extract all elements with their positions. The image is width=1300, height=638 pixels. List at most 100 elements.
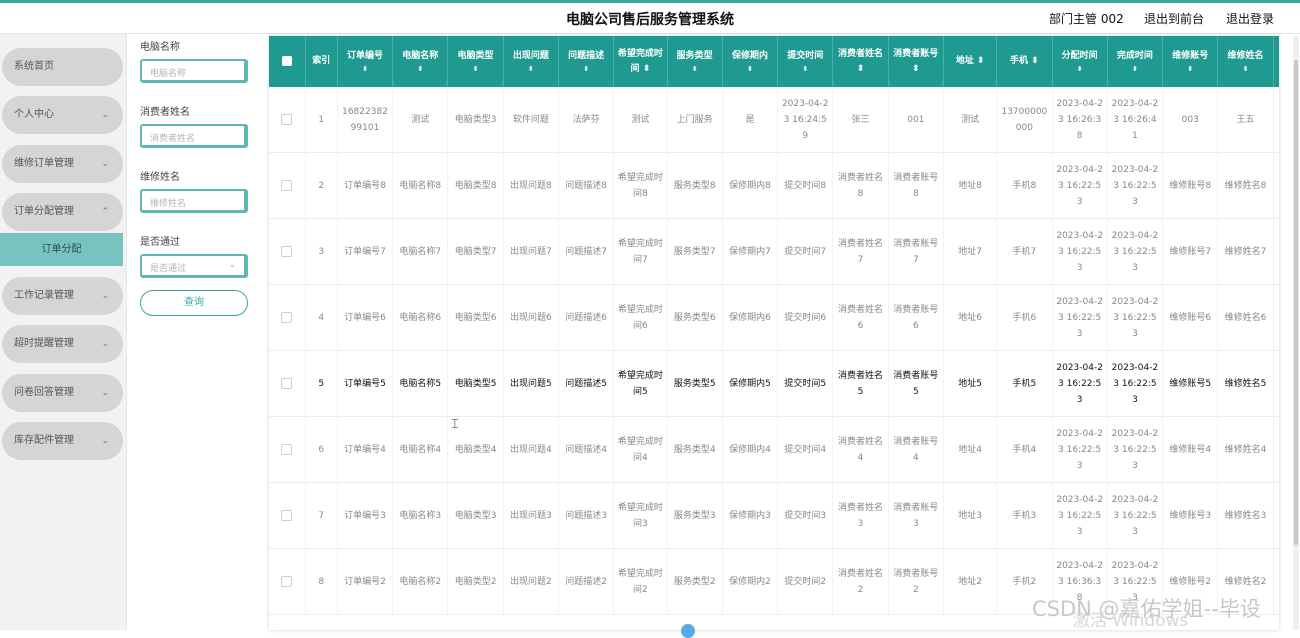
sort-icon[interactable]: ⬍: [1055, 64, 1105, 74]
sort-icon[interactable]: ⬍: [912, 64, 920, 74]
row-checkbox[interactable]: [281, 113, 293, 125]
column-header[interactable]: 服务类型 ⬍: [667, 36, 723, 87]
table-row[interactable]: 4 订单编号6 电脑名称6 电脑类型6 出现问题6 问题描述6 希望完成时间6 服务类型6 保修…: [269, 284, 1279, 351]
table-row[interactable]: 7 订单编号3 电脑名称3 电脑类型3 出现问题3 问题描述3 希望完成时间3 服务类型3 保修…: [269, 482, 1279, 549]
table-cell: 电脑名称2: [392, 548, 449, 615]
row-select-cell: [269, 482, 306, 549]
sidebar-item-timeout-reminders[interactable]: 超时提醒管理 ⌄: [2, 325, 123, 363]
column-header[interactable]: 希望完成时间 ⬍: [613, 36, 668, 87]
sidebar-item-order-assignment[interactable]: 订单分配管理 ⌃: [2, 193, 123, 231]
column-header[interactable]: 消费者姓名 ⬍: [832, 36, 889, 87]
table-cell: 4: [305, 284, 338, 351]
table-cell: 电脑类型3: [447, 482, 504, 549]
column-header[interactable]: 手: [1273, 36, 1279, 87]
column-header[interactable]: 电脑名称 ⬍: [392, 36, 449, 87]
sort-icon[interactable]: ⬍: [670, 64, 720, 74]
table-cell: 维修姓名3: [1217, 482, 1274, 549]
exit-to-frontend-link[interactable]: 退出到前台: [1144, 10, 1204, 27]
column-header[interactable]: 电脑类型 ⬍: [447, 36, 504, 87]
column-header[interactable]: 手机 ⬍: [996, 36, 1053, 87]
row-checkbox[interactable]: [281, 509, 293, 521]
sidebar-item-questionnaire[interactable]: 问卷回答管理 ⌄: [2, 374, 123, 412]
sort-icon[interactable]: ⬍: [1110, 64, 1160, 74]
sidebar-subitem-order-assign[interactable]: 订单分配: [0, 233, 123, 266]
row-checkbox[interactable]: [281, 377, 293, 389]
sidebar-item-inventory[interactable]: 库存配件管理 ⌄: [2, 422, 123, 460]
table-cell: 手机3: [996, 482, 1053, 549]
sort-icon[interactable]: ⬍: [725, 64, 775, 74]
chevron-down-icon: ⌄: [101, 291, 109, 301]
table-cell: 出现问题5: [503, 350, 559, 417]
select-all-checkbox[interactable]: [281, 55, 292, 66]
sort-icon[interactable]: ⬍: [561, 64, 611, 74]
sort-icon[interactable]: ⬍: [977, 56, 985, 66]
pager-dot[interactable]: [681, 624, 695, 638]
column-header[interactable]: 保修期内 ⬍: [722, 36, 779, 87]
table-cell: 维修姓名5: [1217, 350, 1274, 417]
sort-icon[interactable]: ⬍: [506, 64, 556, 74]
sort-icon[interactable]: ⬍: [857, 64, 865, 74]
row-checkbox[interactable]: [281, 311, 293, 323]
passed-select[interactable]: 是否通过 ⌄: [140, 254, 248, 278]
table-row[interactable]: 5 订单编号5 电脑名称5 电脑类型5 出现问题5 问题描述5 希望完成时间5 服务类型5 保修…: [269, 350, 1279, 417]
table-cell: 订单编号6: [337, 284, 394, 351]
table-row[interactable]: 6 订单编号4 电脑名称4 电脑类型4 出现问题4 问题描述4 希望完成时间4 服务类型4 保修…: [269, 416, 1279, 483]
table-cell: 上门服务: [667, 87, 723, 153]
table-cell: 测试: [613, 87, 668, 153]
select-all-header[interactable]: [269, 36, 306, 87]
sort-icon[interactable]: ⬍: [780, 64, 830, 74]
logout-link[interactable]: 退出登录: [1226, 10, 1274, 27]
table-cell: 2023-04-23 16:22:53: [1107, 152, 1164, 219]
consumer-name-input[interactable]: 消费者姓名: [140, 124, 248, 148]
table-row[interactable]: 1 1682238299101 测试 电脑类型3 软件问题 法萨芬 测试 上门服务是 2023-…: [269, 87, 1279, 153]
sort-icon[interactable]: ⬍: [340, 64, 390, 74]
table-cell: 希望完成时间7: [613, 218, 668, 285]
table-row[interactable]: 2 订单编号8 电脑名称8 电脑类型8 出现问题8 问题描述8 希望完成时间8 服务类型8 保修…: [269, 152, 1279, 219]
repair-name-label: 维修姓名: [140, 172, 180, 183]
column-header[interactable]: 维修账号 ⬍: [1162, 36, 1219, 87]
row-checkbox[interactable]: [281, 575, 293, 587]
row-checkbox[interactable]: [281, 245, 293, 257]
table-cell: 问题描述7: [558, 218, 615, 285]
sort-icon[interactable]: ⬍: [395, 64, 445, 74]
table-cell: 地址4: [943, 416, 998, 483]
table-cell: 手机4: [996, 416, 1053, 483]
sort-icon[interactable]: ⬍: [643, 64, 651, 74]
table-cell: 消费者账号7: [888, 218, 944, 285]
table-row[interactable]: 3 订单编号7 电脑名称7 电脑类型7 出现问题7 问题描述7 希望完成时间7 服务类型7 保修…: [269, 218, 1279, 285]
sidebar-item-repair-orders[interactable]: 维修订单管理 ⌄: [2, 145, 123, 183]
table-cell: 3: [305, 218, 338, 285]
column-header[interactable]: 完成时间 ⬍: [1107, 36, 1164, 87]
computer-name-input[interactable]: 电脑名称: [140, 59, 248, 83]
table-cell: 电脑名称7: [392, 218, 449, 285]
column-header[interactable]: 索引: [305, 36, 338, 87]
column-header[interactable]: 地址 ⬍: [943, 36, 998, 87]
column-header[interactable]: 订单编号 ⬍: [337, 36, 394, 87]
column-header[interactable]: 出现问题 ⬍: [503, 36, 559, 87]
sort-icon[interactable]: ⬍: [1165, 64, 1215, 74]
sidebar-item-work-records[interactable]: 工作记录管理 ⌄: [2, 277, 123, 315]
sidebar-item-label: 问卷回答管理: [14, 387, 74, 398]
table-cell: 手机6: [996, 284, 1053, 351]
row-checkbox[interactable]: [281, 443, 293, 455]
table-cell: 希望完成时间4: [613, 416, 668, 483]
sidebar-item-home[interactable]: 系统首页: [2, 48, 123, 86]
search-button[interactable]: 查询: [140, 290, 248, 316]
sort-icon[interactable]: ⬍: [450, 64, 500, 74]
row-checkbox[interactable]: [281, 179, 293, 191]
sort-icon[interactable]: ⬍: [1220, 64, 1270, 74]
table-cell: 手: [1273, 152, 1279, 219]
column-header[interactable]: 提交时间 ⬍: [777, 36, 834, 87]
sidebar-item-personal-center[interactable]: 个人中心 ⌄: [2, 96, 123, 134]
table-cell: 消费者姓名6: [832, 284, 889, 351]
table-cell: 手: [1273, 284, 1279, 351]
column-header[interactable]: 问题描述 ⬍: [558, 36, 615, 87]
scrollbar-thumb[interactable]: [1294, 60, 1298, 545]
column-header[interactable]: 维修姓名 ⬍: [1217, 36, 1274, 87]
row-select-cell: [269, 548, 306, 615]
column-header[interactable]: 消费者账号 ⬍: [888, 36, 944, 87]
table-cell: 出现问题2: [503, 548, 559, 615]
sort-icon[interactable]: ⬍: [1031, 56, 1039, 66]
column-header[interactable]: 分配时间 ⬍: [1052, 36, 1108, 87]
repair-name-input[interactable]: 维修姓名: [140, 189, 248, 213]
